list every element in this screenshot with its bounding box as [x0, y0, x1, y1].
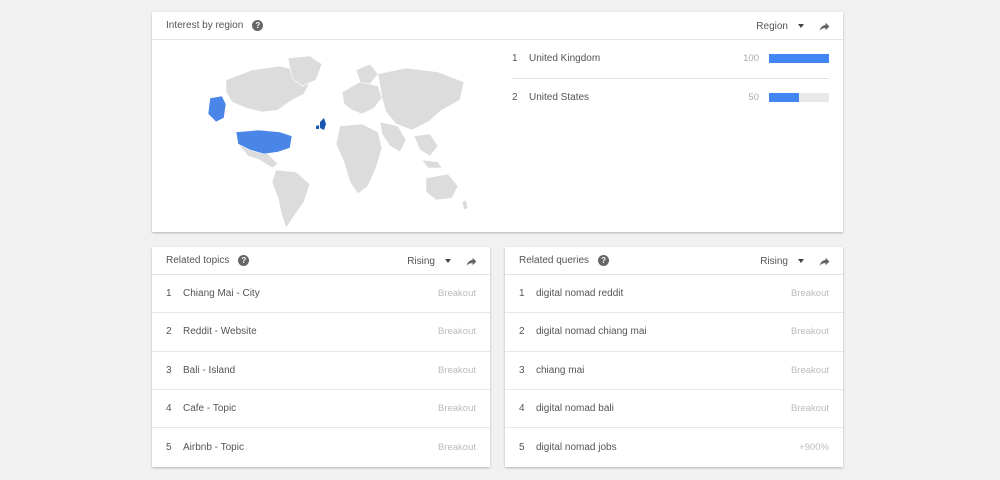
caret-down-icon — [445, 259, 451, 263]
query-row[interactable]: 5 digital nomad jobs +900% — [505, 428, 843, 466]
topic-value: Breakout — [437, 364, 476, 376]
query-row[interactable]: 3 chiang mai Breakout — [505, 352, 843, 390]
region-score-bar — [769, 93, 829, 103]
region-name: United States — [529, 92, 590, 104]
region-score-bar — [769, 54, 829, 64]
query-value: Breakout — [790, 288, 829, 300]
region-row[interactable]: 2 United States 50 — [512, 79, 829, 118]
region-name: United Kingdom — [529, 53, 601, 65]
topic-value: Breakout — [437, 403, 476, 415]
region-resolution-dropdown[interactable]: Region — [756, 21, 804, 32]
topic-row[interactable]: 1 Chiang Mai - City Breakout — [152, 275, 490, 314]
topics-card-title: Related topics — [166, 255, 230, 266]
query-rank: 4 — [519, 403, 525, 415]
region-card-header: Interest by region ? Region — [152, 12, 843, 40]
topics-card-header: Related topics ? Rising — [152, 247, 490, 275]
topics-filter-dropdown[interactable]: Rising — [407, 256, 451, 267]
topic-label: Cafe - Topic — [183, 403, 237, 415]
topic-rank: 2 — [166, 326, 172, 338]
region-card-title: Interest by region — [166, 20, 244, 31]
caret-down-icon — [798, 24, 804, 28]
query-value: Breakout — [790, 364, 829, 376]
interest-by-region-card: Interest by region ? Region 1 United Kin… — [152, 12, 843, 232]
query-value: Breakout — [790, 326, 829, 338]
region-rank: 2 — [512, 92, 518, 104]
share-icon[interactable] — [818, 255, 831, 268]
topic-value: Breakout — [437, 288, 476, 300]
queries-filter-dropdown[interactable]: Rising — [760, 256, 804, 267]
topic-label: Chiang Mai - City — [183, 288, 260, 300]
share-icon[interactable] — [465, 255, 478, 268]
topics-dropdown-label: Rising — [407, 255, 435, 267]
topic-value: Breakout — [437, 326, 476, 338]
related-queries-card: Related queries ? Rising 1 digital nomad… — [505, 247, 843, 467]
topic-row[interactable]: 2 Reddit - Website Breakout — [152, 313, 490, 352]
help-icon[interactable]: ? — [252, 20, 264, 31]
query-value: +900% — [799, 441, 829, 453]
region-score: 50 — [748, 92, 759, 104]
query-label: digital nomad bali — [536, 403, 614, 415]
query-label: chiang mai — [536, 364, 585, 376]
region-list: 1 United Kingdom 100 2 United States 50 — [512, 40, 829, 117]
region-rank: 1 — [512, 53, 518, 65]
region-dropdown-label: Region — [756, 20, 788, 32]
query-row[interactable]: 1 digital nomad reddit Breakout — [505, 275, 843, 314]
related-topics-card: Related topics ? Rising 1 Chiang Mai - C… — [152, 247, 490, 467]
topic-rank: 1 — [166, 288, 172, 300]
topic-label: Bali - Island — [183, 364, 236, 376]
help-icon[interactable]: ? — [598, 255, 610, 266]
help-icon[interactable]: ? — [238, 255, 250, 266]
topic-label: Reddit - Website — [183, 326, 257, 338]
query-row[interactable]: 2 digital nomad chiang mai Breakout — [505, 313, 843, 352]
query-rank: 5 — [519, 441, 525, 453]
query-rank: 3 — [519, 364, 525, 376]
share-icon[interactable] — [818, 20, 831, 33]
queries-card-header: Related queries ? Rising — [505, 247, 843, 275]
query-rank: 1 — [519, 288, 525, 300]
topics-card-controls: Rising — [407, 247, 478, 275]
topics-list: 1 Chiang Mai - City Breakout 2 Reddit - … — [152, 275, 490, 466]
region-score: 100 — [743, 53, 759, 65]
world-map[interactable] — [192, 52, 472, 232]
queries-dropdown-label: Rising — [760, 255, 788, 267]
query-label: digital nomad jobs — [536, 441, 617, 453]
queries-card-controls: Rising — [760, 247, 831, 275]
caret-down-icon — [798, 259, 804, 263]
queries-card-title: Related queries — [519, 255, 590, 266]
topic-rank: 5 — [166, 441, 172, 453]
region-card-controls: Region — [756, 12, 831, 40]
region-score-bar-fill — [769, 54, 829, 64]
topic-value: Breakout — [437, 441, 476, 453]
query-row[interactable]: 4 digital nomad bali Breakout — [505, 390, 843, 429]
query-value: Breakout — [790, 403, 829, 415]
query-label: digital nomad chiang mai — [536, 326, 647, 338]
topic-row[interactable]: 3 Bali - Island Breakout — [152, 352, 490, 390]
query-label: digital nomad reddit — [536, 288, 624, 300]
topic-row[interactable]: 4 Cafe - Topic Breakout — [152, 390, 490, 429]
query-rank: 2 — [519, 326, 525, 338]
topic-rank: 4 — [166, 403, 172, 415]
topic-rank: 3 — [166, 364, 172, 376]
region-row[interactable]: 1 United Kingdom 100 — [512, 40, 829, 79]
queries-list: 1 digital nomad reddit Breakout 2 digita… — [505, 275, 843, 466]
topic-row[interactable]: 5 Airbnb - Topic Breakout — [152, 428, 490, 466]
topic-label: Airbnb - Topic — [183, 441, 244, 453]
region-score-bar-fill — [769, 93, 799, 103]
